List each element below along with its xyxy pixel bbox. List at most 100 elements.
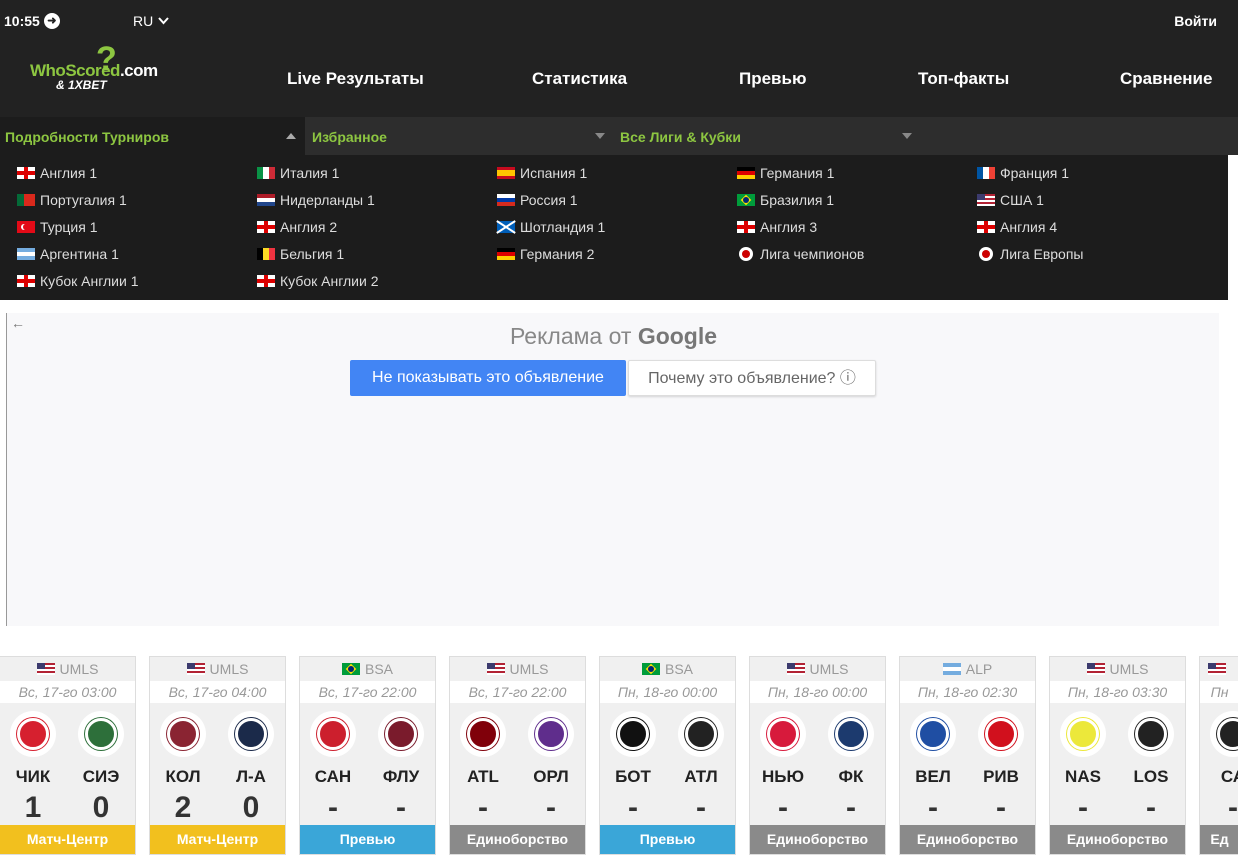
match-league: UMLS (150, 657, 285, 681)
bra-flag-icon (341, 663, 360, 675)
league-link[interactable]: Франция 1 (977, 164, 1069, 182)
tab-tournament-details[interactable]: Подробности Турниров (5, 129, 169, 145)
league-link[interactable]: Шотландия 1 (497, 218, 605, 236)
match-action-button[interactable]: Матч-Центр (0, 825, 135, 854)
league-link[interactable]: Англия 2 (257, 218, 337, 236)
league-name: Италия 1 (280, 165, 340, 181)
match-card[interactable]: ALP Пн, 18-го 02:30 ВЕЛ - РИВ - Единоборство (899, 656, 1036, 855)
match-action-button[interactable]: Единоборство (900, 825, 1035, 854)
league-link[interactable]: Португалия 1 (17, 191, 127, 209)
match-action-button[interactable]: Ед (1200, 825, 1238, 854)
league-link[interactable]: Бельгия 1 (257, 245, 344, 263)
match-card[interactable]: BSA Вс, 17-го 22:00 САН - ФЛУ - Превью (299, 656, 436, 855)
league-link[interactable]: Россия 1 (497, 191, 578, 209)
nav-previews[interactable]: Превью (739, 69, 806, 89)
league-link[interactable]: Англия 1 (17, 164, 97, 182)
away-score: - (696, 791, 706, 824)
league-link[interactable]: Лига чемпионов (737, 245, 864, 263)
match-action-button[interactable]: Единоборство (750, 825, 885, 854)
home-score: - (328, 791, 338, 824)
league-link[interactable]: Англия 3 (737, 218, 817, 236)
ad-title-prefix: Реклама от (509, 323, 632, 349)
league-name: Германия 2 (520, 246, 595, 262)
match-league-name: UMLS (59, 661, 99, 677)
league-name: Англия 2 (280, 219, 338, 235)
league-link[interactable]: Кубок Англии 2 (257, 272, 379, 290)
usa-flag-icon (486, 663, 505, 675)
away-score: 0 (92, 791, 110, 824)
league-link[interactable]: Италия 1 (257, 164, 339, 182)
arrow-right-icon[interactable]: ➜ (43, 13, 60, 29)
home-team-crest-icon (760, 711, 806, 757)
away-score: - (396, 791, 406, 824)
league-link[interactable]: Нидерланды 1 (257, 191, 375, 209)
home-team-crest-icon (160, 711, 206, 757)
match-card[interactable]: UMLS Пн, 18-го 00:00 НЬЮ - ФК - Единоборство (749, 656, 886, 855)
language-selector[interactable]: RU (133, 13, 169, 29)
match-card[interactable]: BSA Пн, 18-го 00:00 БОТ - АТЛ - Превью (599, 656, 736, 855)
away-team-crest-icon (978, 711, 1024, 757)
caret-down-icon[interactable] (595, 133, 605, 139)
match-action-button[interactable]: Единоборство (1050, 825, 1185, 854)
league-link[interactable]: Испания 1 (497, 164, 587, 182)
match-card[interactable]: Пн СА -Ед (1199, 656, 1238, 855)
league-link[interactable]: Аргентина 1 (17, 245, 119, 263)
match-league-name: BSA (364, 661, 393, 677)
tab-all-leagues[interactable]: Все Лиги & Кубки (620, 129, 741, 145)
nav-live-results[interactable]: Live Результаты (287, 69, 424, 89)
match-league: UMLS (0, 657, 135, 681)
match-action-button[interactable]: Матч-Центр (150, 825, 285, 854)
bel-flag-icon (257, 248, 275, 260)
logo-sponsor: & 1XBET (56, 78, 107, 92)
match-action-button[interactable]: Превью (300, 825, 435, 854)
league-link[interactable]: США 1 (977, 191, 1044, 209)
eng-flag-icon (737, 221, 755, 233)
league-link[interactable]: Германия 1 (737, 164, 834, 182)
league-name: США 1 (1000, 192, 1044, 208)
whoscored-logo[interactable]: ? WhoScored.com & 1XBET (30, 40, 160, 96)
away-team-name: ФК (838, 767, 864, 786)
nav-statistics[interactable]: Статистика (532, 69, 627, 89)
match-card[interactable]: UMLS Пн, 18-го 03:30 NAS - LOS - Единоборство (1049, 656, 1186, 855)
nav-comparison[interactable]: Сравнение (1120, 69, 1212, 89)
arg-flag-icon (17, 248, 35, 260)
home-team-crest-icon (310, 711, 356, 757)
match-action-button[interactable]: Превью (600, 825, 735, 854)
match-card[interactable]: UMLS Вс, 17-го 03:00 ЧИК 1 СИЭ 0 Матч-Центр (0, 656, 136, 855)
login-link[interactable]: Войти (1174, 13, 1217, 29)
away-team-name: LOS (1133, 767, 1169, 786)
match-league (1200, 657, 1238, 681)
match-date: Пн, 18-го 00:00 (750, 681, 885, 703)
home-team-name: ATL (467, 767, 499, 786)
league-link[interactable]: Германия 2 (497, 245, 594, 263)
top-header: 10:55 ➜ RU Войти ? WhoScored.com & 1XBET… (0, 0, 1238, 117)
league-link[interactable]: Кубок Англии 1 (17, 272, 139, 290)
tab-favorites[interactable]: Избранное (312, 129, 387, 145)
eng-flag-icon (257, 221, 275, 233)
league-link[interactable]: Англия 4 (977, 218, 1057, 236)
home-team-name: КОЛ (165, 767, 201, 786)
match-card[interactable]: UMLS Вс, 17-го 04:00 КОЛ 2 Л-А 0 Матч-Центр (149, 656, 286, 855)
eng-flag-icon (17, 275, 35, 287)
home-team-name: NAS (1065, 767, 1101, 786)
league-link[interactable]: Бразилия 1 (737, 191, 834, 209)
league-name: Кубок Англии 1 (40, 273, 139, 289)
why-this-ad-button[interactable]: Почему это объявление? ⓘ (628, 360, 876, 396)
home-score: 2 (174, 791, 192, 824)
match-card[interactable]: UMLS Вс, 17-го 22:00 ATL - ОРЛ - Единоборство (449, 656, 586, 855)
away-team-crest-icon (678, 711, 724, 757)
nav-top-facts[interactable]: Топ-факты (918, 69, 1009, 89)
away-team-name: ОРЛ (533, 767, 569, 786)
league-name: Франция 1 (1000, 165, 1070, 181)
bra-flag-icon (737, 194, 755, 206)
caret-up-icon[interactable] (286, 133, 296, 139)
match-league-name: BSA (664, 661, 693, 677)
league-link[interactable]: Лига Европы (977, 245, 1083, 263)
match-action-button[interactable]: Единоборство (450, 825, 585, 854)
match-date: Пн, 18-го 03:30 (1050, 681, 1185, 703)
hide-ad-button[interactable]: Не показывать это объявление (350, 360, 626, 396)
away-team-name: АТЛ (684, 767, 718, 786)
league-link[interactable]: Турция 1 (17, 218, 98, 236)
match-date: Вс, 17-го 22:00 (450, 681, 585, 703)
caret-down-icon[interactable] (902, 133, 912, 139)
